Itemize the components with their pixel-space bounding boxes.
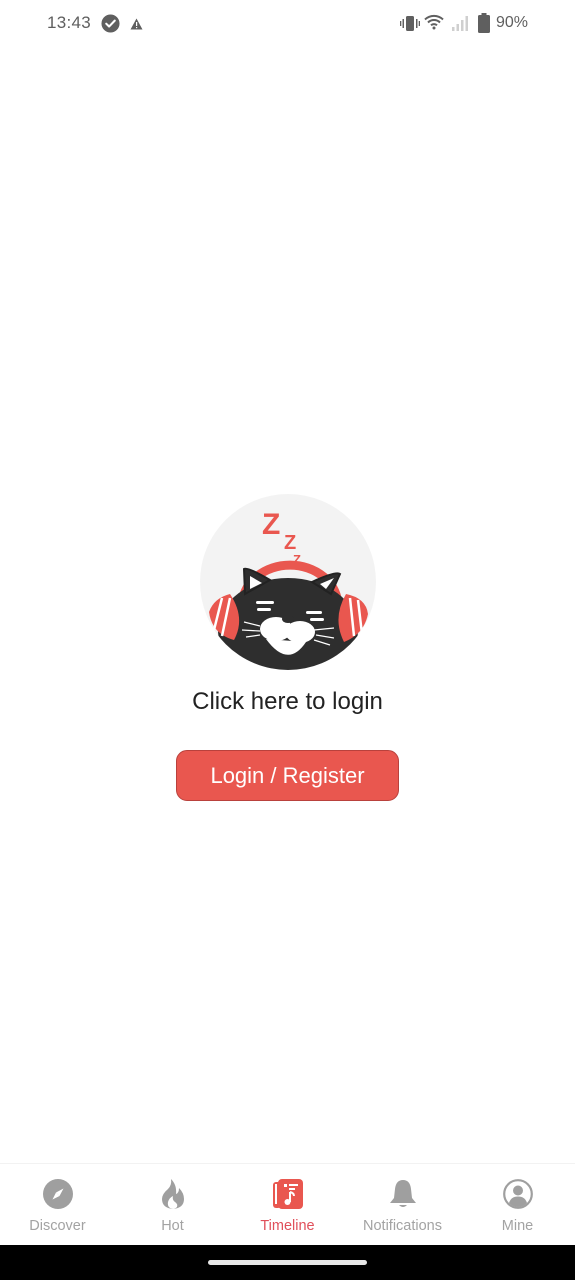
svg-text:Z: Z bbox=[262, 508, 280, 541]
tab-discover[interactable]: Discover bbox=[0, 1164, 115, 1245]
tab-label: Discover bbox=[29, 1218, 86, 1234]
home-indicator[interactable] bbox=[208, 1260, 367, 1265]
status-time: 13:43 bbox=[47, 13, 92, 32]
system-navigation-bar bbox=[0, 1245, 575, 1280]
svg-text:Z: Z bbox=[284, 532, 296, 554]
login-prompt-text[interactable]: Click here to login bbox=[0, 688, 575, 716]
tab-mine[interactable]: Mine bbox=[460, 1164, 575, 1245]
sleeping-cat-illustration: Z Z Z bbox=[200, 494, 376, 670]
bottom-tab-bar: Discover Hot Timeline Notifications Mine bbox=[0, 1163, 575, 1245]
tab-label: Timeline bbox=[260, 1218, 315, 1234]
battery-percent: 90% bbox=[495, 14, 528, 31]
tab-notifications[interactable]: Notifications bbox=[345, 1164, 460, 1245]
login-register-button[interactable]: Login / Register bbox=[176, 750, 399, 801]
warning-icon bbox=[130, 17, 143, 35]
signal-icon bbox=[451, 15, 469, 36]
battery-icon bbox=[478, 13, 490, 38]
wifi-icon bbox=[424, 14, 444, 36]
tab-label: Notifications bbox=[363, 1218, 442, 1234]
tab-hot[interactable]: Hot bbox=[115, 1164, 230, 1245]
timeline-music-icon bbox=[272, 1178, 304, 1210]
check-circle-icon bbox=[101, 14, 120, 38]
status-bar: 13:43 90% bbox=[0, 0, 575, 48]
flame-icon bbox=[157, 1178, 189, 1210]
tab-label: Hot bbox=[161, 1218, 184, 1234]
tab-label: Mine bbox=[501, 1218, 534, 1234]
compass-icon bbox=[42, 1178, 74, 1210]
bell-icon bbox=[387, 1178, 419, 1210]
vibrate-icon bbox=[400, 15, 420, 37]
user-circle-icon bbox=[502, 1178, 534, 1210]
tab-timeline[interactable]: Timeline bbox=[230, 1164, 345, 1245]
